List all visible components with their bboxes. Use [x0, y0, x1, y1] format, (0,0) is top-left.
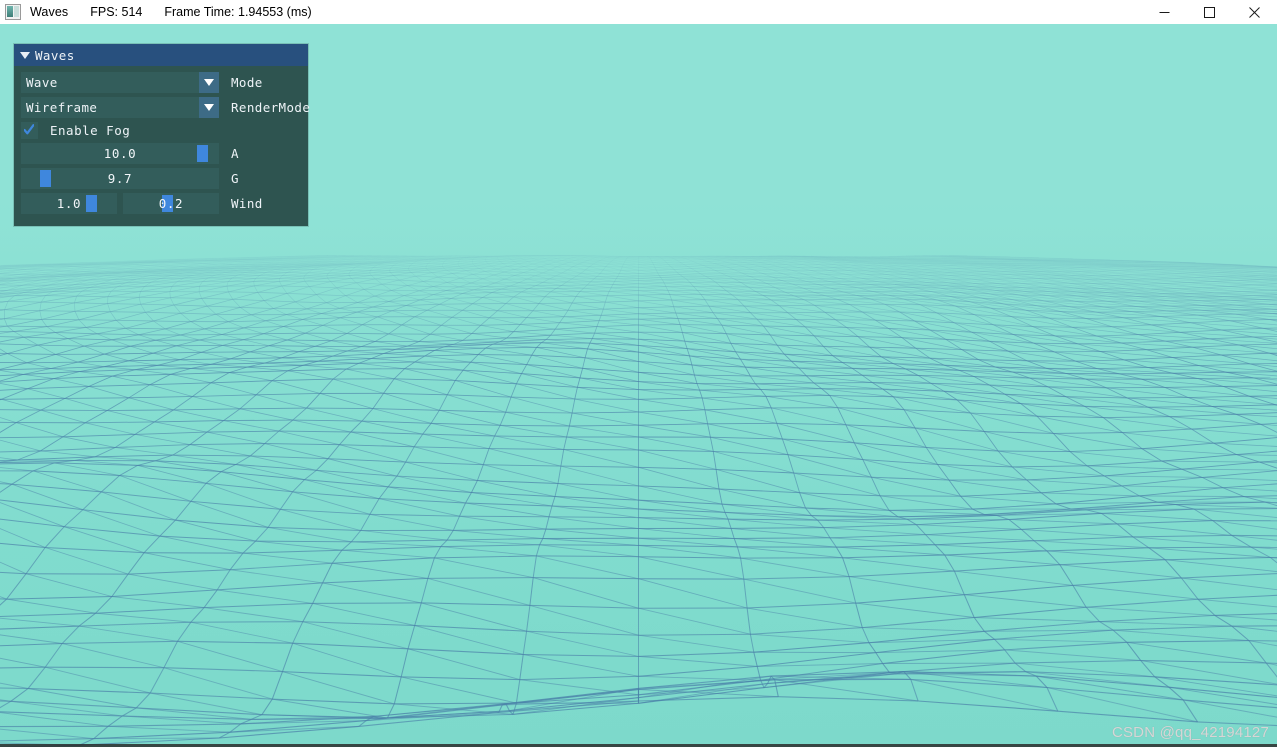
wind-y-grab[interactable]	[162, 195, 173, 212]
slider-g[interactable]: 9.7	[21, 168, 219, 189]
close-icon	[1249, 6, 1260, 18]
enable-fog-checkbox[interactable]	[21, 122, 38, 139]
mode-label: Mode	[231, 75, 263, 90]
wind-x-value: 1.0	[56, 196, 82, 211]
maximize-button[interactable]	[1187, 0, 1232, 24]
chevron-down-icon	[204, 104, 214, 111]
mode-combo-value-box[interactable]: Wave	[21, 72, 199, 93]
app-root: Waves FPS: 514 Frame Time: 1.94553 (ms)	[0, 0, 1277, 747]
window-controls	[1142, 0, 1277, 24]
wind-label: Wind	[231, 196, 263, 211]
panel-body: Wave Mode Wireframe RenderMode Enable Fo…	[14, 66, 310, 226]
panel-title: Waves	[35, 47, 75, 63]
rendermode-combo-value-box[interactable]: Wireframe	[21, 97, 199, 118]
maximize-icon	[1204, 6, 1215, 18]
wind-x-slider[interactable]: 1.0	[21, 193, 117, 214]
wind-y-slider[interactable]: 0.2	[123, 193, 219, 214]
app-window-icon	[5, 4, 21, 20]
mode-combo[interactable]: Wave	[21, 72, 219, 93]
slider-g-row: 9.7 G	[21, 168, 301, 189]
mode-combo-value: Wave	[26, 75, 58, 90]
chevron-down-icon	[204, 79, 214, 86]
slider-a-value: 10.0	[103, 146, 137, 161]
slider-a-grab[interactable]	[197, 145, 208, 162]
close-button[interactable]	[1232, 0, 1277, 24]
panel-titlebar[interactable]: Waves	[14, 44, 308, 66]
frame-time-readout: Frame Time: 1.94553 (ms)	[164, 5, 312, 19]
rendermode-label: RenderMode	[231, 100, 311, 115]
rendermode-combo[interactable]: Wireframe	[21, 97, 219, 118]
rendermode-combo-arrow-button[interactable]	[199, 97, 219, 118]
window-title: Waves	[30, 5, 69, 19]
slider-g-label: G	[231, 171, 239, 186]
waves-debug-panel[interactable]: Waves Wave Mode Wireframe RenderMode Ena…	[14, 44, 310, 226]
slider-a-label: A	[231, 146, 239, 161]
watermark-text: CSDN @qq_42194127	[1111, 724, 1269, 741]
rendermode-combo-value: Wireframe	[26, 100, 98, 115]
mode-combo-arrow-button[interactable]	[199, 72, 219, 93]
rendermode-row: Wireframe RenderMode	[21, 97, 310, 118]
triangle-down-icon[interactable]	[20, 52, 30, 59]
window-titlebar: Waves FPS: 514 Frame Time: 1.94553 (ms)	[0, 0, 1277, 24]
minimize-icon	[1159, 11, 1170, 13]
enable-fog-label: Enable Fog	[50, 123, 131, 138]
wind-sliders: 1.0 0.2	[21, 193, 219, 214]
mode-row: Wave Mode	[21, 72, 301, 93]
slider-a[interactable]: 10.0	[21, 143, 219, 164]
minimize-button[interactable]	[1142, 0, 1187, 24]
check-icon	[24, 124, 34, 135]
slider-g-grab[interactable]	[40, 170, 51, 187]
slider-a-row: 10.0 A	[21, 143, 301, 164]
wind-x-grab[interactable]	[86, 195, 97, 212]
fps-readout: FPS: 514	[90, 5, 143, 19]
wind-row: 1.0 0.2 Wind	[21, 193, 301, 214]
enable-fog-row[interactable]: Enable Fog	[21, 122, 301, 139]
